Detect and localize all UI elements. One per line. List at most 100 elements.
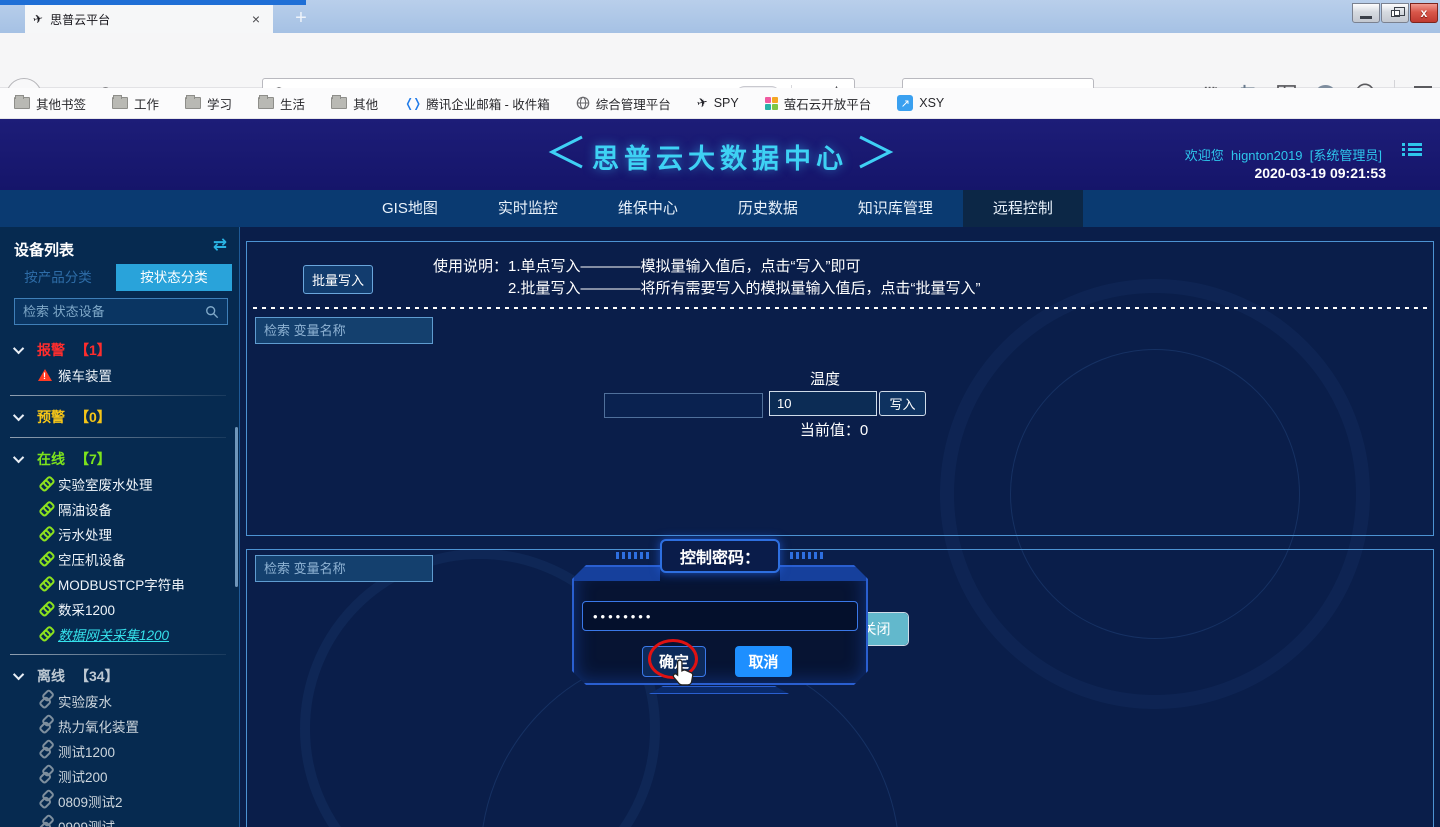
sidebar-title: 设备列表 <box>14 239 74 260</box>
device-search-input[interactable] <box>23 304 205 319</box>
tab-close-icon[interactable]: × <box>247 11 265 27</box>
bookmark-item[interactable]: ✈ SPY <box>697 95 739 111</box>
tab-by-product[interactable]: 按产品分类 <box>0 264 116 291</box>
bookmark-icon <box>258 97 274 109</box>
link-broken-icon <box>35 691 53 709</box>
link-online-icon <box>35 499 53 517</box>
device-label: MODBUSTCP字符串 <box>58 574 185 594</box>
site-favicon-icon: ✈ <box>32 11 45 27</box>
bookmark-icon: ↗ <box>897 95 913 111</box>
site-header: 思普云大数据中心 欢迎您 hignton2019 [系统管理员] 2020-03… <box>0 119 1440 190</box>
device-item[interactable]: 热力氧化装置 <box>0 713 232 738</box>
temperature-current-value: 当前值：0 <box>739 419 929 440</box>
window-close-button[interactable]: x <box>1410 3 1438 23</box>
collapse-swap-icon[interactable]: ⇄ <box>213 235 227 255</box>
link-broken-icon <box>35 716 53 734</box>
dashed-divider <box>253 307 1427 309</box>
cancel-button[interactable]: 取消 <box>735 646 792 677</box>
nav-tab[interactable]: 维保中心 <box>588 190 708 227</box>
chevron-down-icon[interactable] <box>13 409 24 420</box>
device-item[interactable]: 实验室废水处理 <box>0 471 232 496</box>
bookmark-item[interactable]: 萤石云开放平台 <box>765 94 872 113</box>
device-label: 污水处理 <box>58 524 112 544</box>
control-password-input[interactable] <box>582 601 858 631</box>
device-item[interactable]: 空压机设备 <box>0 546 232 571</box>
list-menu-icon[interactable] <box>1402 143 1422 159</box>
group-label: 离线 <box>37 666 65 686</box>
chevron-down-icon[interactable] <box>13 451 24 462</box>
browser-tab[interactable]: ✈ 思普云平台 × <box>25 5 273 33</box>
bookmark-label: 其他 <box>353 94 378 113</box>
tree-group-prewarn[interactable]: 预警【0】 <box>0 404 232 429</box>
bookmark-item[interactable]: 综合管理平台 <box>576 94 671 113</box>
sidebar-scrollbar[interactable] <box>235 427 238 587</box>
bookmark-item[interactable]: 其他 <box>331 94 378 113</box>
chevron-down-icon[interactable] <box>13 342 24 353</box>
nav-tab[interactable]: 知识库管理 <box>828 190 963 227</box>
group-label: 在线 <box>37 449 65 469</box>
bookmark-item[interactable]: ↗ XSY <box>897 95 944 111</box>
tree-group-alarm[interactable]: 报警【1】 <box>0 337 232 362</box>
bookmark-item[interactable]: 生活 <box>258 94 305 113</box>
device-item[interactable]: 隔油设备 <box>0 496 232 521</box>
device-item[interactable]: 污水处理 <box>0 521 232 546</box>
device-tree: 报警【1】猴车装置预警【0】在线【7】实验室废水处理隔油设备污水处理空压机设备 M… <box>0 337 232 827</box>
device-label: 隔油设备 <box>58 499 112 519</box>
device-item[interactable]: 0909测试 <box>0 813 232 827</box>
user-role: [系统管理员] <box>1310 148 1382 163</box>
search-icon <box>205 305 219 319</box>
link-online-icon <box>35 574 53 592</box>
new-tab-button[interactable]: + <box>288 6 314 32</box>
device-item[interactable]: MODBUSTCP字符串 <box>0 571 232 596</box>
tree-divider <box>10 654 226 655</box>
device-label: 0809测试2 <box>58 791 123 811</box>
screen: ✈ 思普云平台 × + x ← → ⟳ ⌂ <box>0 0 1440 827</box>
analog-write-panel: 批量写入 使用说明：1.单点写入————模拟量输入值后，点击“写入”即可 2.批… <box>246 241 1434 536</box>
bookmarks-bar: 其他书签 工作 学习 生活 其他 ❬❭ 腾 <box>0 88 1440 119</box>
alarm-warning-icon <box>38 369 52 381</box>
bookmark-item[interactable]: ❬❭ 腾讯企业邮箱 - 收件箱 <box>404 94 550 113</box>
device-item[interactable]: 测试1200 <box>0 738 232 763</box>
link-broken-icon <box>35 741 53 759</box>
usage-instructions: 使用说明：1.单点写入————模拟量输入值后，点击“写入”即可 2.批量写入——… <box>433 256 981 300</box>
variable-search-input[interactable] <box>264 323 440 338</box>
device-item[interactable]: 猴车装置 <box>0 362 232 387</box>
device-item[interactable]: 实验废水 <box>0 688 232 713</box>
variable-search-box[interactable] <box>255 317 433 344</box>
device-item[interactable]: 数采1200 <box>0 596 232 621</box>
nav-tab[interactable]: GIS地图 <box>352 190 468 227</box>
bookmark-label: XSY <box>919 96 944 110</box>
main-navbar: GIS地图 实时监控 维保中心 历史数据 知识库管理 远程控制 <box>0 190 1440 227</box>
chevron-down-icon[interactable] <box>13 668 24 679</box>
bookmark-item[interactable]: 工作 <box>112 94 159 113</box>
device-label: 实验废水 <box>58 691 112 711</box>
device-search-box[interactable] <box>14 298 228 325</box>
device-item[interactable]: 测试200 <box>0 763 232 788</box>
bookmark-label: 萤石云开放平台 <box>784 94 872 113</box>
variable-search-box-2[interactable] <box>255 555 433 582</box>
device-sidebar: 设备列表 ⇄ 按产品分类 按状态分类 报警【1】猴车装置预警【0】在线【7】实验… <box>0 227 240 827</box>
bookmark-label: 工作 <box>134 94 159 113</box>
variable-search-input-2[interactable] <box>264 561 440 576</box>
write-button[interactable]: 写入 <box>879 391 926 416</box>
temperature-label: 温度 <box>810 368 840 389</box>
tab-by-status[interactable]: 按状态分类 <box>116 264 232 291</box>
window-restore-button[interactable] <box>1381 3 1409 23</box>
nav-tab[interactable]: 远程控制 <box>963 190 1083 227</box>
bookmark-item[interactable]: 学习 <box>185 94 232 113</box>
device-item[interactable]: 数据网关采集1200 <box>0 621 232 646</box>
window-minimize-button[interactable] <box>1352 3 1380 23</box>
tree-group-offline[interactable]: 离线【34】 <box>0 663 232 688</box>
group-count: 【34】 <box>75 666 119 686</box>
username: hignton2019 <box>1231 148 1303 163</box>
nav-tab[interactable]: 实时监控 <box>468 190 588 227</box>
nav-tab[interactable]: 历史数据 <box>708 190 828 227</box>
tree-group-online[interactable]: 在线【7】 <box>0 446 232 471</box>
analog-value-input[interactable] <box>604 393 763 418</box>
batch-write-button[interactable]: 批量写入 <box>303 265 373 294</box>
temperature-value-input[interactable] <box>769 391 877 416</box>
bookmark-item[interactable]: 其他书签 <box>14 94 86 113</box>
bookmark-icon <box>185 97 201 109</box>
device-item[interactable]: 0809测试2 <box>0 788 232 813</box>
bookmark-icon: ❬❭ <box>404 96 420 110</box>
